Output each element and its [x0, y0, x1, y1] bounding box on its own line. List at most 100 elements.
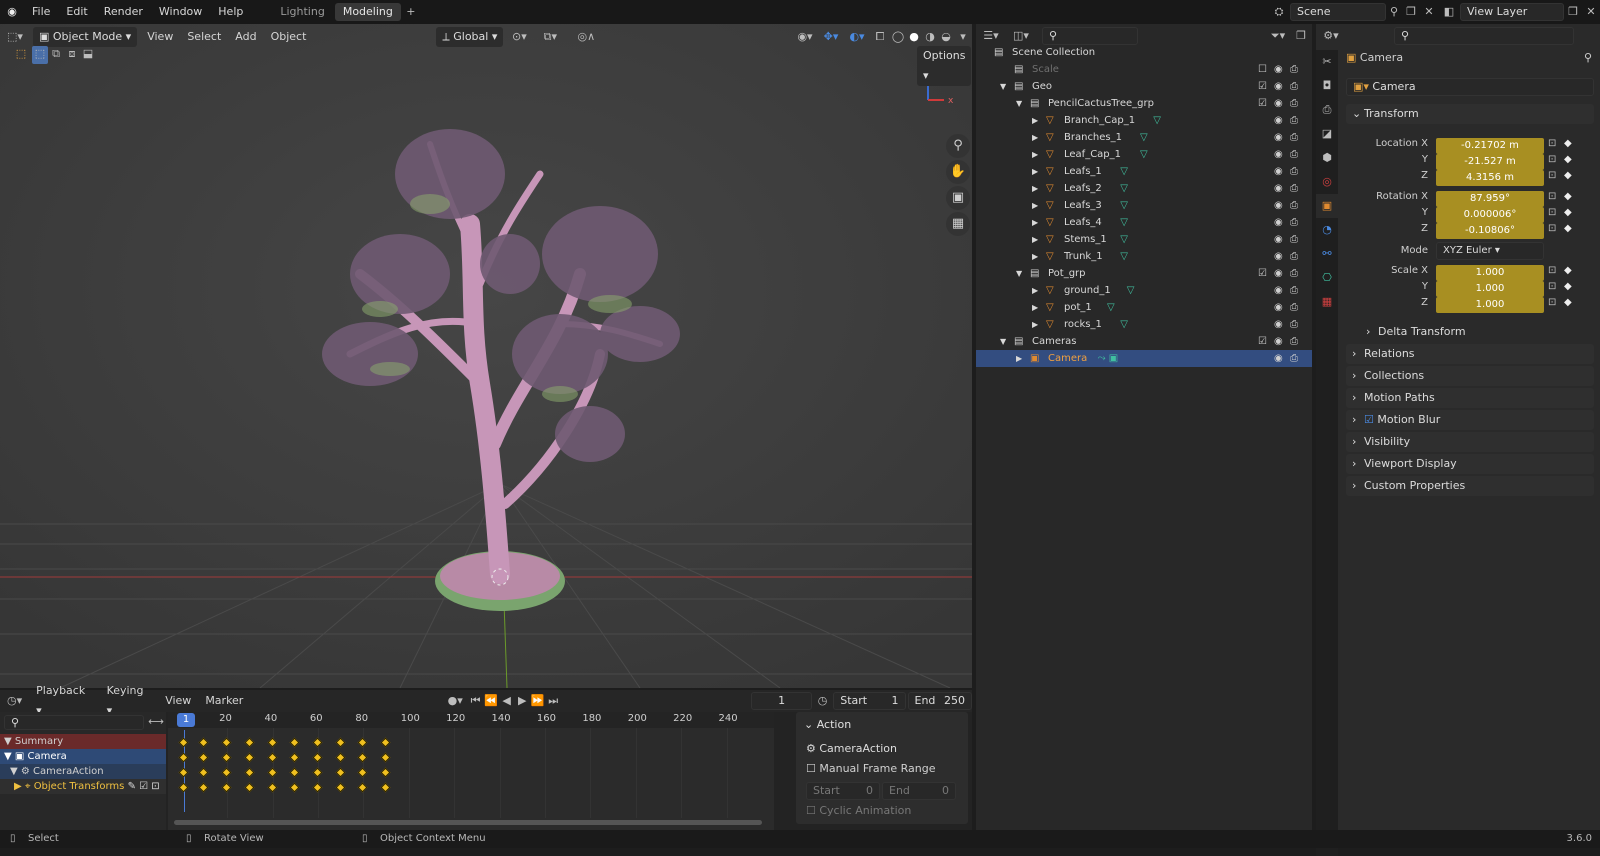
- menu-window[interactable]: Window: [151, 0, 210, 24]
- horizontal-scrollbar[interactable]: [174, 820, 762, 825]
- outliner-row[interactable]: ▶ ▽ Stems_1 ▽ ◉ ⎙: [976, 231, 1312, 248]
- keyframe[interactable]: [267, 752, 277, 763]
- outliner-filter-icon[interactable]: ⏷▾: [1266, 28, 1290, 44]
- clock-icon[interactable]: ◷: [812, 693, 833, 709]
- select-subtract-icon[interactable]: ⧈: [64, 46, 80, 64]
- expand-arrow-icon[interactable]: ▶: [1032, 248, 1038, 265]
- keyframe-diamond-icon[interactable]: ◆: [1564, 265, 1572, 276]
- exclude-checkbox-icon[interactable]: ☐: [1258, 61, 1267, 78]
- outliner-row[interactable]: ▶ ▽ pot_1 ▽ ◉ ⎙: [976, 299, 1312, 316]
- current-frame-field[interactable]: 1: [751, 692, 812, 710]
- scene-icon[interactable]: ⛭: [1268, 4, 1290, 20]
- outliner-row[interactable]: ▼ ▤ PencilCactusTree_grp ☑ ◉ ⎙: [976, 95, 1312, 112]
- render-camera-icon[interactable]: ⎙: [1290, 248, 1298, 265]
- keyframe[interactable]: [289, 752, 300, 763]
- keyframe[interactable]: [335, 782, 346, 793]
- menu-render[interactable]: Render: [96, 0, 151, 24]
- properties-search-field[interactable]: ⚲: [1394, 27, 1574, 45]
- keyframe[interactable]: [178, 782, 189, 793]
- keyframe[interactable]: [380, 782, 391, 793]
- mesh-data-icon[interactable]: ▽: [1140, 146, 1148, 163]
- record-icon[interactable]: ●▾: [443, 693, 468, 709]
- keyframe[interactable]: [267, 767, 277, 778]
- outliner-row[interactable]: ▶ ▽ Leafs_4 ▽ ◉ ⎙: [976, 214, 1312, 231]
- collapse-arrow-icon[interactable]: ▼: [1000, 333, 1006, 350]
- channel-filter-icon[interactable]: ⟷: [148, 714, 164, 730]
- outliner-row[interactable]: ▼ ▤ Pot_grp ☑ ◉ ⎙: [976, 265, 1312, 282]
- keyframe-diamond-icon[interactable]: ◆: [1564, 223, 1572, 234]
- keyframe[interactable]: [312, 782, 323, 793]
- expand-arrow-icon[interactable]: ▶: [1032, 316, 1038, 333]
- keyframe[interactable]: [335, 737, 346, 748]
- blender-logo-icon[interactable]: ◉: [0, 4, 24, 20]
- options-dropdown[interactable]: Options ▾: [917, 46, 972, 86]
- panel-header[interactable]: › Delta Transform: [1360, 322, 1594, 342]
- object-name-field[interactable]: ▣▾ Camera: [1346, 78, 1594, 96]
- play-icon[interactable]: ▶: [514, 693, 530, 709]
- mesh-data-icon[interactable]: ▽: [1120, 197, 1128, 214]
- menu-timeline-view[interactable]: View: [158, 691, 198, 711]
- eye-icon[interactable]: ◉: [1274, 112, 1283, 129]
- pivot-icon[interactable]: ⊙▾: [506, 29, 532, 45]
- keyframe[interactable]: [312, 752, 323, 763]
- camera-view-icon[interactable]: ▣: [946, 186, 970, 210]
- render-tab-icon[interactable]: ◘: [1316, 74, 1338, 98]
- render-camera-icon[interactable]: ⎙: [1290, 112, 1298, 129]
- keyframe[interactable]: [267, 782, 277, 793]
- panel-header[interactable]: › Viewport Display: [1346, 454, 1594, 474]
- mesh-data-icon[interactable]: ▽: [1120, 180, 1128, 197]
- keyframe[interactable]: [289, 767, 300, 778]
- transform-value-field[interactable]: -21.527 m: [1436, 154, 1544, 170]
- output-tab-icon[interactable]: ⎙: [1316, 98, 1338, 122]
- end-frame-field[interactable]: End 250: [907, 692, 972, 710]
- shading-options-icon[interactable]: ▾: [954, 29, 972, 45]
- view-layer-icon[interactable]: ◧: [1438, 4, 1460, 20]
- lock-icon[interactable]: ⊡: [1548, 281, 1556, 292]
- render-camera-icon[interactable]: ⎙: [1290, 61, 1298, 78]
- keyframe[interactable]: [357, 782, 368, 793]
- data-tab-icon[interactable]: ⎔: [1316, 266, 1338, 290]
- outliner-row[interactable]: ▶ ▽ rocks_1 ▽ ◉ ⎙: [976, 316, 1312, 333]
- channel-search-field[interactable]: ⚲: [4, 715, 144, 730]
- keyframe-diamond-icon[interactable]: ◆: [1564, 170, 1572, 181]
- physics-tab-icon[interactable]: ◔: [1316, 218, 1338, 242]
- mesh-data-icon[interactable]: ▽: [1140, 129, 1148, 146]
- camera-data-icon[interactable]: ⤳ ▣: [1098, 350, 1119, 367]
- transform-value-field[interactable]: -0.10806°: [1436, 223, 1544, 239]
- outliner-row[interactable]: ▶ ▽ Branches_1 ▽ ◉ ⎙: [976, 129, 1312, 146]
- keyframe[interactable]: [198, 782, 209, 793]
- lock-icon[interactable]: ⊡: [1548, 297, 1556, 308]
- keyframe[interactable]: [221, 737, 232, 748]
- jump-start-icon[interactable]: ⏮: [468, 693, 484, 709]
- lock-icon[interactable]: ⊡: [1548, 154, 1556, 165]
- orientation-dropdown[interactable]: ⟂ Global ▾: [436, 27, 504, 47]
- keyframe[interactable]: [198, 767, 209, 778]
- exclude-checkbox-icon[interactable]: ☑: [1258, 265, 1267, 282]
- delete-view-layer-icon[interactable]: ✕: [1582, 4, 1600, 20]
- lock-icon[interactable]: ⊡: [1548, 138, 1556, 149]
- keyframe[interactable]: [312, 737, 323, 748]
- render-camera-icon[interactable]: ⎙: [1290, 95, 1298, 112]
- overlay-icon[interactable]: ◐▾: [844, 29, 870, 45]
- eye-icon[interactable]: ◉: [1274, 231, 1283, 248]
- object-mode-dropdown[interactable]: ▣ Object Mode ▾: [33, 27, 138, 47]
- render-camera-icon[interactable]: ⎙: [1290, 282, 1298, 299]
- keyframe-area[interactable]: 20 40 60 80 100 120 140 160 180 200 220 240 1: [168, 712, 774, 830]
- outliner-row[interactable]: ▶ ▽ Branch_Cap_1 ▽ ◉ ⎙: [976, 112, 1312, 129]
- eye-icon[interactable]: ◉: [1274, 350, 1283, 367]
- keyframe[interactable]: [178, 767, 189, 778]
- mesh-data-icon[interactable]: ▽: [1120, 248, 1128, 265]
- menu-select[interactable]: Select: [180, 27, 228, 47]
- mesh-data-icon[interactable]: ▽: [1153, 112, 1161, 129]
- eye-icon[interactable]: ◉: [1274, 78, 1283, 95]
- timeline-editor-type-icon[interactable]: ◷▾: [0, 693, 29, 709]
- prev-keyframe-icon[interactable]: ⏪: [483, 693, 499, 709]
- lock-icon[interactable]: ⊡: [1548, 265, 1556, 276]
- motion-blur-checkbox-icon[interactable]: ☑: [1364, 413, 1377, 426]
- keyframe-diamond-icon[interactable]: ◆: [1564, 191, 1572, 202]
- tool-tab-icon[interactable]: ✂: [1316, 50, 1338, 74]
- keyframe[interactable]: [267, 737, 277, 748]
- render-camera-icon[interactable]: ⎙: [1290, 231, 1298, 248]
- gizmo-icon[interactable]: ✥▾: [818, 29, 844, 45]
- transform-value-field[interactable]: 1.000: [1436, 281, 1544, 297]
